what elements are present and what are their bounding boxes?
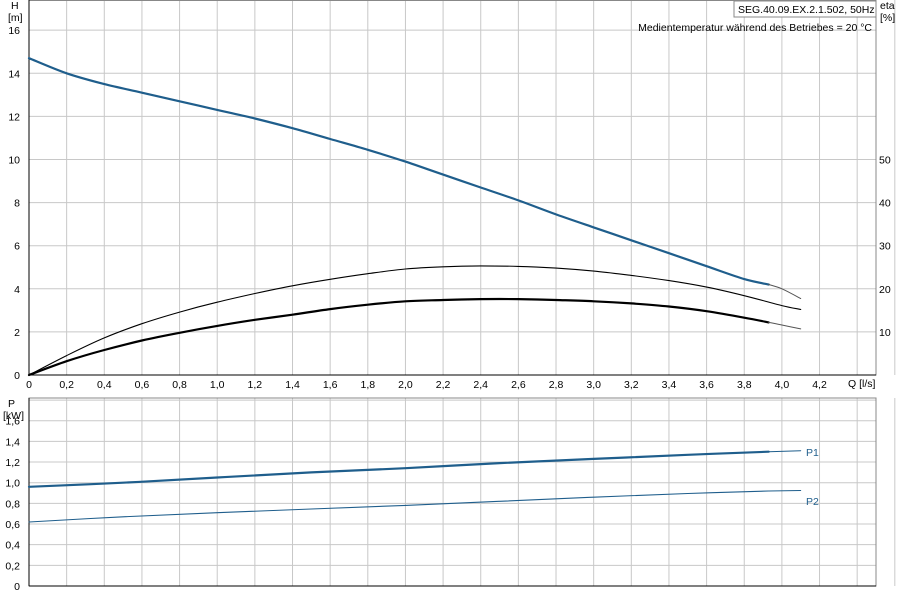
power-tick-label: 1,2 xyxy=(5,457,20,469)
efficiency-tick-label: 10 xyxy=(879,327,891,339)
power-tick-label: 0,4 xyxy=(5,540,20,552)
head-tick-label: 6 xyxy=(14,241,20,253)
p2-series-label: P2 xyxy=(806,496,819,508)
power-axis-label: P xyxy=(8,398,15,410)
flow-tick-label: 3,0 xyxy=(586,379,601,391)
power-tick-label: 1,0 xyxy=(5,478,20,490)
head-tick-label: 14 xyxy=(8,68,20,80)
flow-tick-label: 4,0 xyxy=(775,379,790,391)
power-tick-label: 0,6 xyxy=(5,519,20,531)
p2-extension-power-curve xyxy=(768,490,802,492)
head-tick-label: 8 xyxy=(14,198,20,210)
flow-tick-label: 2,4 xyxy=(473,379,488,391)
p1-extension-power-curve xyxy=(768,450,802,453)
head-tick-label: 4 xyxy=(14,284,20,296)
head-tick-label: 2 xyxy=(14,327,20,339)
power-axis-unit: [kW] xyxy=(3,410,24,422)
flow-tick-label: 3,4 xyxy=(662,379,677,391)
flow-tick-label: 3,6 xyxy=(699,379,714,391)
flow-tick-label: 0,6 xyxy=(135,379,150,391)
flow-tick-label: 0,4 xyxy=(97,379,112,391)
p1-series-label: P1 xyxy=(806,447,819,459)
efficiency-tick-label: 20 xyxy=(879,284,891,296)
power-chart-grid xyxy=(28,397,896,587)
power-tick-label: 0,2 xyxy=(5,560,20,572)
flow-tick-label: 2,0 xyxy=(398,379,413,391)
efficiency-thick-curve xyxy=(27,297,770,377)
power-tick-label: 0,8 xyxy=(5,498,20,510)
flow-axis-label: Q [l/s] xyxy=(848,378,876,390)
efficiency-axis-label: eta xyxy=(880,0,895,12)
flow-tick-label: 2,6 xyxy=(511,379,526,391)
flow-tick-label: 0,8 xyxy=(172,379,187,391)
pump-performance-chart: 0 0,2 0,4 0,6 0,8 1,0 1,2 1,4 1,6 1,8 2,0 2,2 2,4 2,6… xyxy=(3,0,896,593)
efficiency-tick-label: 50 xyxy=(879,154,891,166)
head-curve xyxy=(27,57,770,286)
head-tick-label: 10 xyxy=(8,154,20,166)
head-extension-curve xyxy=(768,284,802,299)
flow-tick-label: 2,8 xyxy=(549,379,564,391)
flow-tick-label: 3,2 xyxy=(624,379,639,391)
head-chart-tick-labels: 0 0,2 0,4 0,6 0,8 1,0 1,2 1,4 1,6 1,8 2,0 2,2 2,4 2,6… xyxy=(8,25,891,391)
head-chart-curves xyxy=(27,57,802,377)
efficiency-tick-label: 40 xyxy=(879,198,891,210)
p2-power-curve xyxy=(28,490,770,523)
flow-tick-label: 3,8 xyxy=(737,379,752,391)
power-tick-label: 0 xyxy=(14,581,20,593)
efficiency-thin-curve xyxy=(28,265,802,376)
power-chart-tick-labels: 00,20,40,60,81,01,21,41,6 xyxy=(5,416,20,593)
flow-tick-label: 1,8 xyxy=(360,379,375,391)
head-axis-label: H xyxy=(11,0,19,12)
flow-tick-label: 0,2 xyxy=(59,379,74,391)
efficiency-thick-extension-curve xyxy=(768,321,802,330)
temperature-note: Medientemperatur während des Betriebes =… xyxy=(638,22,872,34)
head-tick-label: 12 xyxy=(8,111,20,123)
flow-tick-label: 4,2 xyxy=(812,379,827,391)
efficiency-axis-unit: [%] xyxy=(880,12,895,24)
flow-tick-label: 1,0 xyxy=(210,379,225,391)
head-tick-label: 16 xyxy=(8,25,20,37)
flow-tick-label: 0 xyxy=(26,379,32,391)
head-axis-unit: [m] xyxy=(8,12,23,24)
power-tick-label: 1,4 xyxy=(5,436,20,448)
p1-power-curve xyxy=(27,450,770,488)
head-tick-label: 0 xyxy=(14,370,20,382)
flow-tick-label: 1,4 xyxy=(285,379,300,391)
flow-tick-label: 2,2 xyxy=(436,379,451,391)
flow-tick-label: 1,6 xyxy=(323,379,338,391)
flow-tick-label: 1,2 xyxy=(248,379,263,391)
model-label: SEG.40.09.EX.2.1.502, 50Hz xyxy=(738,4,875,16)
power-chart-curves xyxy=(27,450,802,523)
efficiency-tick-label: 30 xyxy=(879,241,891,253)
